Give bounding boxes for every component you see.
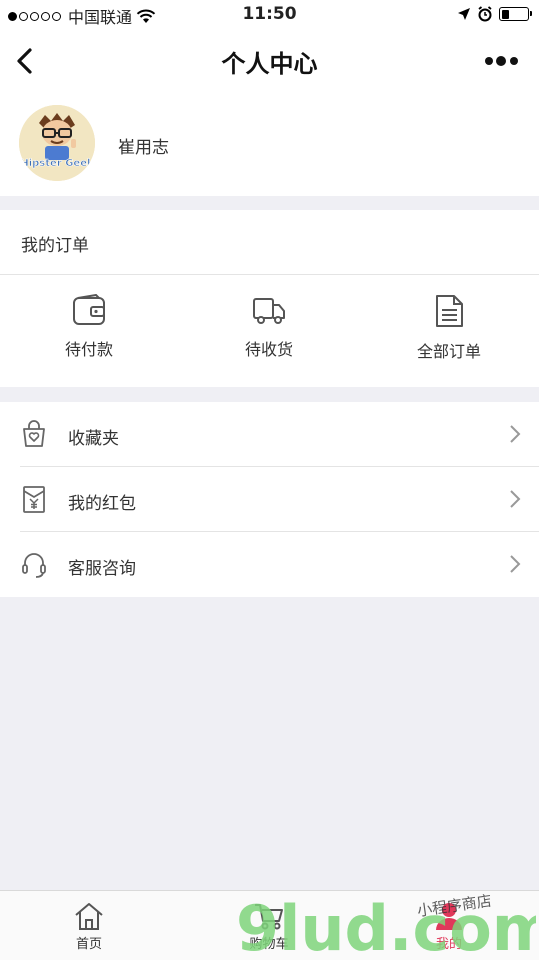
divider bbox=[0, 274, 539, 275]
cart-icon bbox=[255, 904, 283, 930]
tab-home[interactable]: 首页 bbox=[44, 901, 134, 959]
status-bar-right bbox=[457, 6, 532, 22]
red-envelope-icon bbox=[23, 486, 45, 513]
avatar-illustration: Hipster Geek bbox=[19, 105, 95, 181]
tab-cart-label: 购物车 bbox=[249, 937, 289, 952]
tab-profile-label: 我的 bbox=[435, 937, 462, 952]
page-title: 个人中心 bbox=[221, 50, 318, 78]
battery-icon bbox=[499, 7, 532, 21]
more-options-icon[interactable] bbox=[483, 50, 523, 72]
orders-title[interactable]: 我的订单 bbox=[21, 231, 89, 256]
tab-bar: 首页 购物车 我的 bbox=[0, 890, 539, 960]
tab-home-label: 首页 bbox=[75, 937, 102, 952]
tab-profile[interactable]: 我的 bbox=[404, 901, 494, 959]
wallet-icon bbox=[73, 294, 105, 325]
profile-section[interactable]: Hipster Geek 崔用志 bbox=[0, 92, 539, 196]
menu-item-favorites[interactable]: 收藏夹 bbox=[0, 402, 539, 467]
order-all-label: 全部订单 bbox=[416, 342, 481, 361]
order-pending-payment[interactable]: 待付款 bbox=[29, 294, 149, 364]
menu-list: 收藏夹 我的红包 客服咨询 bbox=[0, 402, 539, 597]
document-icon bbox=[436, 295, 463, 327]
avatar-text: Hipster Geek bbox=[20, 158, 94, 169]
headset-icon bbox=[22, 553, 46, 578]
home-icon bbox=[75, 903, 103, 930]
truck-icon bbox=[253, 298, 285, 324]
menu-item-red-envelope[interactable]: 我的红包 bbox=[0, 467, 539, 532]
tab-cart[interactable]: 购物车 bbox=[224, 901, 314, 959]
order-pending-delivery[interactable]: 待收货 bbox=[209, 294, 329, 364]
chevron-right-icon bbox=[510, 555, 521, 573]
username: 崔用志 bbox=[118, 138, 169, 158]
nav-bar: 个人中心 bbox=[0, 30, 539, 92]
order-all[interactable]: 全部订单 bbox=[389, 294, 509, 364]
chevron-right-icon bbox=[510, 425, 521, 443]
orders-section: 我的订单 待付款 待收货 全部订单 bbox=[0, 210, 539, 387]
alarm-icon bbox=[478, 6, 492, 22]
menu-item-favorites-label: 收藏夹 bbox=[68, 429, 119, 449]
menu-item-customer-service[interactable]: 客服咨询 bbox=[0, 532, 539, 597]
status-bar: 中国联通 11:50 bbox=[0, 0, 539, 30]
location-arrow-icon bbox=[458, 8, 470, 20]
avatar[interactable]: Hipster Geek bbox=[19, 105, 95, 181]
user-icon bbox=[436, 903, 462, 930]
order-pending-delivery-label: 待收货 bbox=[244, 340, 293, 359]
menu-item-red-envelope-label: 我的红包 bbox=[68, 494, 136, 514]
chevron-right-icon bbox=[510, 490, 521, 508]
shopping-bag-heart-icon bbox=[23, 420, 45, 447]
order-pending-payment-label: 待付款 bbox=[64, 340, 113, 359]
menu-item-customer-service-label: 客服咨询 bbox=[68, 559, 136, 579]
